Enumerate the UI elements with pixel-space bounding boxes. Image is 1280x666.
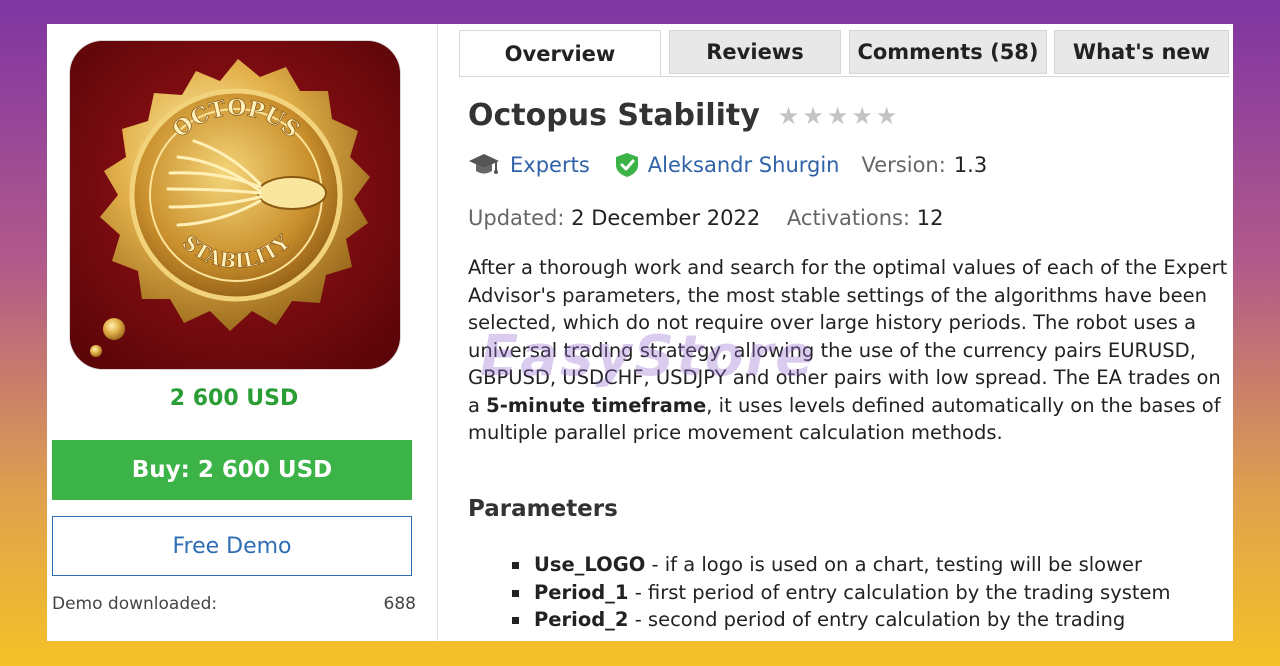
parameters-list: Use_LOGO - if a logo is used on a chart,… — [508, 551, 1233, 634]
activations-value: 12 — [916, 206, 944, 230]
star-icon[interactable]: ★ — [851, 102, 873, 130]
tab-whats-new[interactable]: What's new — [1054, 30, 1229, 74]
product-description: After a thorough work and search for the… — [468, 254, 1233, 447]
tab-reviews[interactable]: Reviews — [669, 30, 841, 74]
tab-bar: Overview Reviews Comments (58) What's ne… — [459, 30, 1229, 77]
author-link[interactable]: Aleksandr Shurgin — [648, 153, 840, 177]
list-item: Use_LOGO - if a logo is used on a chart,… — [508, 551, 1233, 579]
param-desc: - if a logo is used on a chart, testing … — [645, 553, 1143, 576]
demo-downloaded-stat: Demo downloaded: 688 — [52, 594, 416, 614]
star-icon[interactable]: ★ — [876, 102, 898, 130]
activations-label: Activations: — [786, 206, 911, 230]
category-link[interactable]: Experts — [510, 153, 590, 177]
product-logo-image[interactable]: OCTOPUS STABILITY — [69, 40, 401, 370]
param-desc: - second period of entry calculation by … — [628, 608, 1126, 631]
version-label: Version: — [861, 153, 946, 177]
product-sidebar: OCTOPUS STABILITY 2 600 USD Buy: 2 600 U… — [47, 24, 438, 641]
parameters-heading: Parameters — [468, 496, 618, 522]
tab-comments[interactable]: Comments (58) — [849, 30, 1047, 74]
meta-row: Experts Aleksandr Shurgin Version: 1.3 — [468, 152, 987, 178]
param-name: Period_2 — [534, 608, 629, 631]
free-demo-button[interactable]: Free Demo — [52, 516, 412, 576]
rating-stars[interactable]: ★ ★ ★ ★ ★ — [778, 102, 898, 130]
demo-downloaded-label: Demo downloaded: — [52, 594, 218, 614]
title-row: Octopus Stability ★ ★ ★ ★ ★ — [468, 98, 897, 133]
updated-value: 2 December 2022 — [571, 206, 761, 230]
graduation-cap-icon — [469, 154, 499, 174]
list-item: Period_2 - second period of entry calcul… — [508, 606, 1233, 634]
param-name: Period_1 — [534, 580, 629, 604]
param-desc: - first period of entry calculation by t… — [628, 580, 1171, 604]
product-card: OCTOPUS STABILITY 2 600 USD Buy: 2 600 U… — [47, 24, 1233, 641]
buy-button[interactable]: Buy: 2 600 USD — [52, 440, 412, 500]
description-highlight: 5-minute timeframe — [486, 393, 707, 417]
tab-overview[interactable]: Overview — [459, 30, 661, 77]
updated-label: Updated: — [468, 206, 565, 230]
star-icon[interactable]: ★ — [802, 102, 824, 130]
list-item: Period_1 - first period of entry calcula… — [508, 579, 1233, 607]
tab-divider — [459, 76, 1229, 77]
product-title: Octopus Stability — [468, 98, 760, 133]
updated-row: Updated: 2 December 2022 Activations: 12 — [468, 206, 943, 230]
verified-shield-icon — [615, 153, 638, 177]
product-price: 2 600 USD — [169, 386, 299, 411]
version-value: 1.3 — [953, 153, 988, 177]
star-icon[interactable]: ★ — [778, 102, 800, 130]
param-name: Use_LOGO — [534, 553, 646, 576]
star-icon[interactable]: ★ — [827, 102, 849, 130]
demo-downloaded-count: 688 — [383, 594, 416, 614]
description-text: After a thorough work and search for the… — [468, 256, 1228, 417]
wax-seal-icon: OCTOPUS STABILITY — [70, 41, 400, 369]
